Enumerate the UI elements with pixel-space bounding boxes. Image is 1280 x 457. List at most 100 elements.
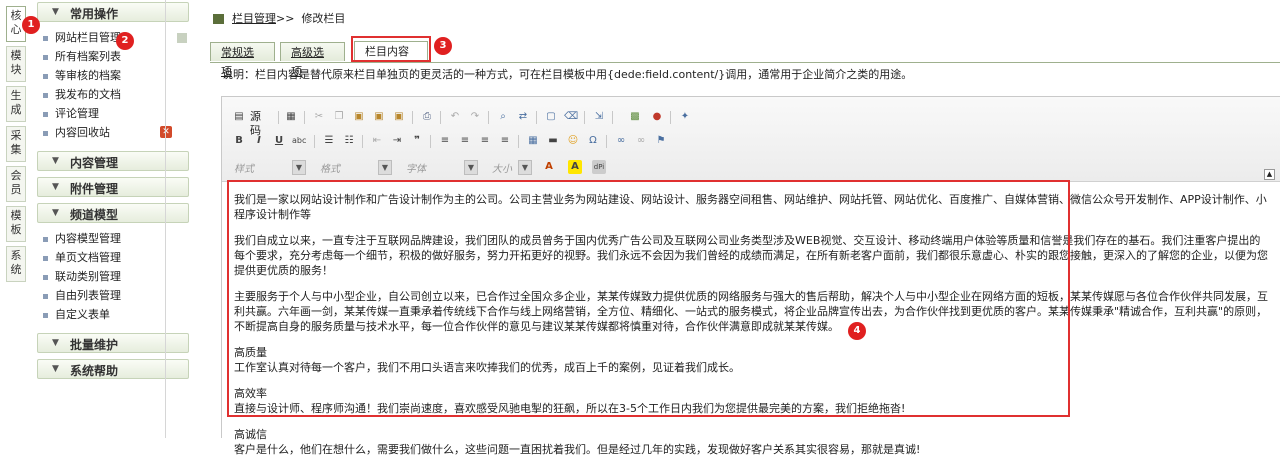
style-combo-label: 样式 (234, 164, 254, 175)
smiley-icon[interactable]: ☺ (566, 134, 580, 148)
bold-icon[interactable]: B (232, 134, 246, 148)
copy-icon[interactable]: ❐ (332, 110, 346, 124)
image-icon[interactable]: ▩ (628, 110, 642, 124)
recycle-bin-icon[interactable]: ✕ (160, 126, 172, 138)
text-color-icon[interactable]: A (542, 160, 556, 174)
menu-item-custom-form[interactable]: 自定义表单 (43, 307, 110, 323)
tab-general[interactable]: 常规选项 (210, 42, 275, 78)
collapse-triangle-icon: ▼ (52, 156, 59, 166)
menu-item-my-documents[interactable]: 我发布的文档 (43, 87, 121, 103)
module-tab-system[interactable]: 系统 (6, 246, 26, 282)
outdent-icon[interactable]: ⇤ (370, 134, 384, 148)
rich-text-editor: ▤ 源码 ▦ ✂ ❐ ▣ ▣ ▣ ⎙ ↶ ↷ ⌕ ⇄ ▢ ⌫ ⇲ ▩ ● ✦ B… (221, 96, 1280, 456)
quality-text: 工作室认真对待每一个客户，我们不用口头语言来吹捧我们的优秀，成百上千的案例，见证… (234, 361, 740, 374)
menu-item-label: 内容回收站 (55, 126, 110, 139)
menu-item-comments[interactable]: 评论管理 (43, 106, 99, 122)
remove-format-icon[interactable]: ⌫ (564, 110, 578, 124)
menu-item-label: 内容模型管理 (55, 232, 121, 245)
module-tab-template[interactable]: 模板 (6, 206, 26, 242)
collapse-toolbar-icon[interactable]: ▲ (1264, 169, 1275, 180)
toolbar-separator (536, 111, 537, 124)
menu-item-all-archives[interactable]: 所有档案列表 (43, 49, 121, 65)
size-combo[interactable]: 大小 ▼ (492, 160, 532, 175)
editor-content-area[interactable]: 我们是一家以网站设计制作和广告设计制作为主的公司。公司主营业务为网站建设、网站设… (222, 181, 1280, 456)
content-paragraph: 我们是一家以网站设计制作和广告设计制作为主的公司。公司主营业务为网站建设、网站设… (234, 193, 1267, 221)
menu-item-content-model[interactable]: 内容模型管理 (43, 231, 121, 247)
style-combo[interactable]: 样式 ▼ (234, 160, 310, 175)
menu-item-single-page[interactable]: 单页文档管理 (43, 250, 121, 266)
size-combo-label: 大小 (492, 164, 512, 175)
menu-item-free-list[interactable]: 自由列表管理 (43, 288, 121, 304)
module-tab-label: 模块 (10, 49, 22, 76)
toolbar-separator (304, 111, 305, 124)
special-char-icon[interactable]: Ω (586, 134, 600, 148)
chevron-down-icon: ▼ (378, 160, 392, 175)
source-icon[interactable]: ▤ (232, 110, 246, 124)
menu-group-label: 批量维护 (70, 338, 119, 352)
bulleted-list-icon[interactable]: ☷ (342, 134, 356, 148)
numbered-list-icon[interactable]: ☰ (322, 134, 336, 148)
font-combo-label: 字体 (406, 164, 426, 175)
menu-group-attachment[interactable]: ▼ 附件管理 (37, 177, 189, 197)
menu-item-label: 自由列表管理 (55, 289, 121, 302)
horizontal-rule-icon[interactable]: ▬ (546, 134, 560, 148)
breadcrumb-link[interactable]: 栏目管理 (232, 12, 276, 25)
collapse-triangle-icon: ▼ (52, 7, 59, 17)
italic-icon[interactable]: I (252, 134, 266, 148)
rtl-icon[interactable]: ⇲ (592, 110, 606, 124)
menu-group-content[interactable]: ▼ 内容管理 (37, 151, 189, 171)
blockquote-icon[interactable]: ❞ (410, 134, 424, 148)
print-icon[interactable]: ⎙ (420, 110, 434, 124)
format-combo[interactable]: 格式 ▼ (320, 160, 396, 175)
templates-icon[interactable]: ▦ (284, 110, 298, 124)
bullet-icon (43, 35, 48, 41)
module-tab-collect[interactable]: 采集 (6, 126, 26, 162)
align-justify-icon[interactable]: ≡ (498, 134, 512, 148)
tab-column-content[interactable]: 栏目内容 (354, 41, 428, 62)
menu-group-channel[interactable]: ▼ 频道模型 (37, 203, 189, 223)
anchor-icon[interactable]: ⚑ (654, 134, 668, 148)
module-tab-generate[interactable]: 生成 (6, 86, 26, 122)
unlink-icon[interactable]: ∞ (634, 134, 648, 148)
menu-item-pending-archives[interactable]: 等审核的档案 (43, 68, 121, 84)
menu-item-linkage-category[interactable]: 联动类别管理 (43, 269, 121, 285)
replace-icon[interactable]: ⇄ (516, 110, 530, 124)
align-right-icon[interactable]: ≡ (478, 134, 492, 148)
align-left-icon[interactable]: ≡ (438, 134, 452, 148)
folder-icon[interactable] (177, 33, 187, 43)
underline-icon[interactable]: U (272, 134, 286, 148)
strikethrough-icon[interactable]: abc (292, 134, 306, 148)
align-center-icon[interactable]: ≡ (458, 134, 472, 148)
flash-icon[interactable]: ● (650, 110, 664, 124)
cut-icon[interactable]: ✂ (312, 110, 326, 124)
menu-item-recycle-bin[interactable]: 内容回收站 (43, 125, 110, 141)
module-tab-label: 模板 (10, 209, 22, 236)
paste-text-icon[interactable]: ▣ (372, 110, 386, 124)
toolbar-separator (430, 135, 431, 148)
module-tab-module[interactable]: 模块 (6, 46, 26, 82)
bullet-icon (43, 73, 48, 79)
menu-group-common[interactable]: ▼ 常用操作 (37, 2, 189, 22)
paste-icon[interactable]: ▣ (352, 110, 366, 124)
link-icon[interactable]: ∞ (614, 134, 628, 148)
paste-word-icon[interactable]: ▣ (392, 110, 406, 124)
menu-group-help[interactable]: ▼ 系统帮助 (37, 359, 189, 379)
page-break-icon[interactable]: dPi (592, 160, 606, 174)
redo-icon[interactable]: ↷ (468, 110, 482, 124)
table-icon[interactable]: ▦ (526, 134, 540, 148)
efficiency-text: 直接与设计师、程序师沟通！我们崇尚速度，喜欢感受风驰电掣的狂飙，所以在3-5个工… (234, 402, 906, 415)
tab-advanced[interactable]: 高级选项 (280, 42, 345, 78)
select-all-icon[interactable]: ▢ (544, 110, 558, 124)
find-icon[interactable]: ⌕ (496, 110, 510, 124)
background-color-icon[interactable]: A (568, 160, 582, 174)
indent-icon[interactable]: ⇥ (390, 134, 404, 148)
maximize-icon[interactable]: ✦ (678, 110, 692, 124)
module-tab-label: 核心 (10, 9, 22, 36)
menu-item-label: 单页文档管理 (55, 251, 121, 264)
toolbar-separator (606, 135, 607, 148)
menu-group-batch[interactable]: ▼ 批量维护 (37, 333, 189, 353)
font-combo[interactable]: 字体 ▼ (406, 160, 482, 175)
menu-item-column-manage[interactable]: 网站栏目管理 (43, 30, 121, 46)
undo-icon[interactable]: ↶ (448, 110, 462, 124)
module-tab-member[interactable]: 会员 (6, 166, 26, 202)
